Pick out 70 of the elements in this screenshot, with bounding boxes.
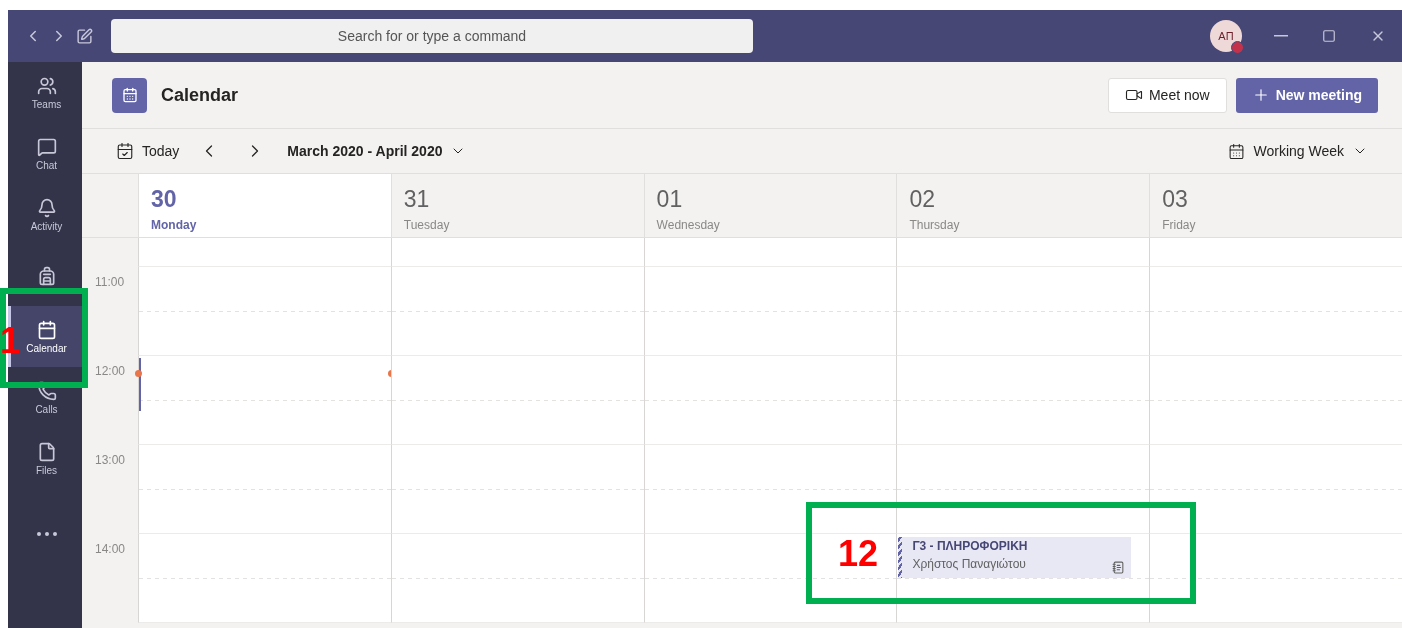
meet-now-button[interactable]: Meet now (1107, 77, 1227, 113)
time-slot[interactable] (138, 356, 391, 445)
time-slot[interactable] (643, 267, 897, 356)
people-icon (36, 75, 57, 96)
day-number: 01 (656, 186, 684, 213)
time-slot[interactable] (1149, 534, 1402, 623)
notes-icon (1112, 561, 1126, 574)
time-slot[interactable] (1149, 356, 1402, 445)
weekday-label: Wednesday (656, 218, 721, 232)
calendar-icon (116, 142, 134, 160)
time-slot[interactable] (138, 534, 391, 623)
time-slot[interactable] (138, 267, 391, 356)
time-label: 13:00 (94, 452, 127, 469)
event-title: Γ3 - ΠΛΗΡΟΦΟΡΙΚΗ (912, 539, 1029, 553)
bell-icon (36, 197, 57, 218)
time-label: 11:00 (94, 274, 126, 291)
minimize-icon (1274, 35, 1288, 37)
time-label: 12:00 (94, 363, 127, 380)
pen-square-icon (76, 27, 93, 45)
time-slot[interactable]: Γ3 - ΠΛΗΡΟΦΟΡΙΚΗ Χρήστος Παναγιώτου (896, 534, 1150, 623)
time-slot[interactable] (1149, 238, 1402, 267)
day-number: 02 (909, 186, 936, 213)
time-slot[interactable] (1149, 267, 1402, 356)
time-slot[interactable] (643, 445, 897, 534)
chat-icon (36, 136, 57, 157)
day-number: 03 (1162, 186, 1189, 213)
time-slot[interactable] (138, 238, 391, 267)
current-time-dot (135, 370, 142, 377)
page-title: Calendar (161, 84, 239, 106)
maximize-icon (1322, 29, 1336, 43)
day-number: 31 (403, 186, 431, 213)
view-dropdown[interactable]: Working Week (1224, 138, 1372, 164)
time-slot[interactable] (643, 534, 897, 623)
sidebar-item[interactable]: Teams (8, 62, 82, 123)
time-slot[interactable] (643, 238, 897, 267)
more-icon (36, 532, 57, 536)
meeting-event[interactable]: Γ3 - ΠΛΗΡΟΦΟΡΙΚΗ Χρήστος Παναγιώτου (898, 537, 1132, 578)
user-avatar[interactable]: ΑΠ (1210, 20, 1242, 52)
time-slot[interactable] (896, 356, 1150, 445)
status-dot (1231, 41, 1244, 54)
sidebar-item[interactable]: Chat (8, 123, 82, 184)
date-range-dropdown[interactable]: March 2020 - April 2020 (283, 139, 471, 163)
calendar-icon (36, 319, 57, 340)
time-label: 14:00 (94, 541, 127, 558)
today-button[interactable]: Today (112, 138, 184, 164)
time-slot[interactable] (138, 445, 391, 534)
sidebar-item[interactable]: Calls (8, 367, 82, 428)
time-slot[interactable] (390, 238, 644, 267)
time-slot[interactable] (896, 445, 1150, 534)
annotation-number: 12 (838, 536, 879, 572)
new-meeting-button[interactable]: New meeting (1235, 77, 1378, 113)
time-slot[interactable] (390, 534, 644, 623)
weekday-label: Monday (151, 218, 198, 232)
calendar-icon (121, 87, 138, 103)
day-number: 30 (151, 186, 178, 213)
event-organizer: Χρήστος Παναγιώτου (912, 557, 1026, 571)
calendar-icon (1228, 142, 1246, 160)
time-slot[interactable] (390, 267, 644, 356)
weekday-label: Tuesday (403, 218, 451, 232)
weekday-label: Friday (1162, 218, 1197, 232)
weekday-label: Thursday (909, 218, 961, 232)
time-slot[interactable] (896, 238, 1150, 267)
sidebar-item[interactable]: Files (8, 428, 82, 489)
time-slot[interactable] (390, 445, 644, 534)
time-slot[interactable] (643, 356, 897, 445)
sidebar-item[interactable]: Activity (8, 184, 82, 245)
time-slot[interactable] (896, 267, 1150, 356)
time-slot[interactable] (1149, 445, 1402, 534)
time-slot[interactable] (390, 356, 644, 445)
search-field[interactable]: Search for or type a command (111, 19, 753, 53)
